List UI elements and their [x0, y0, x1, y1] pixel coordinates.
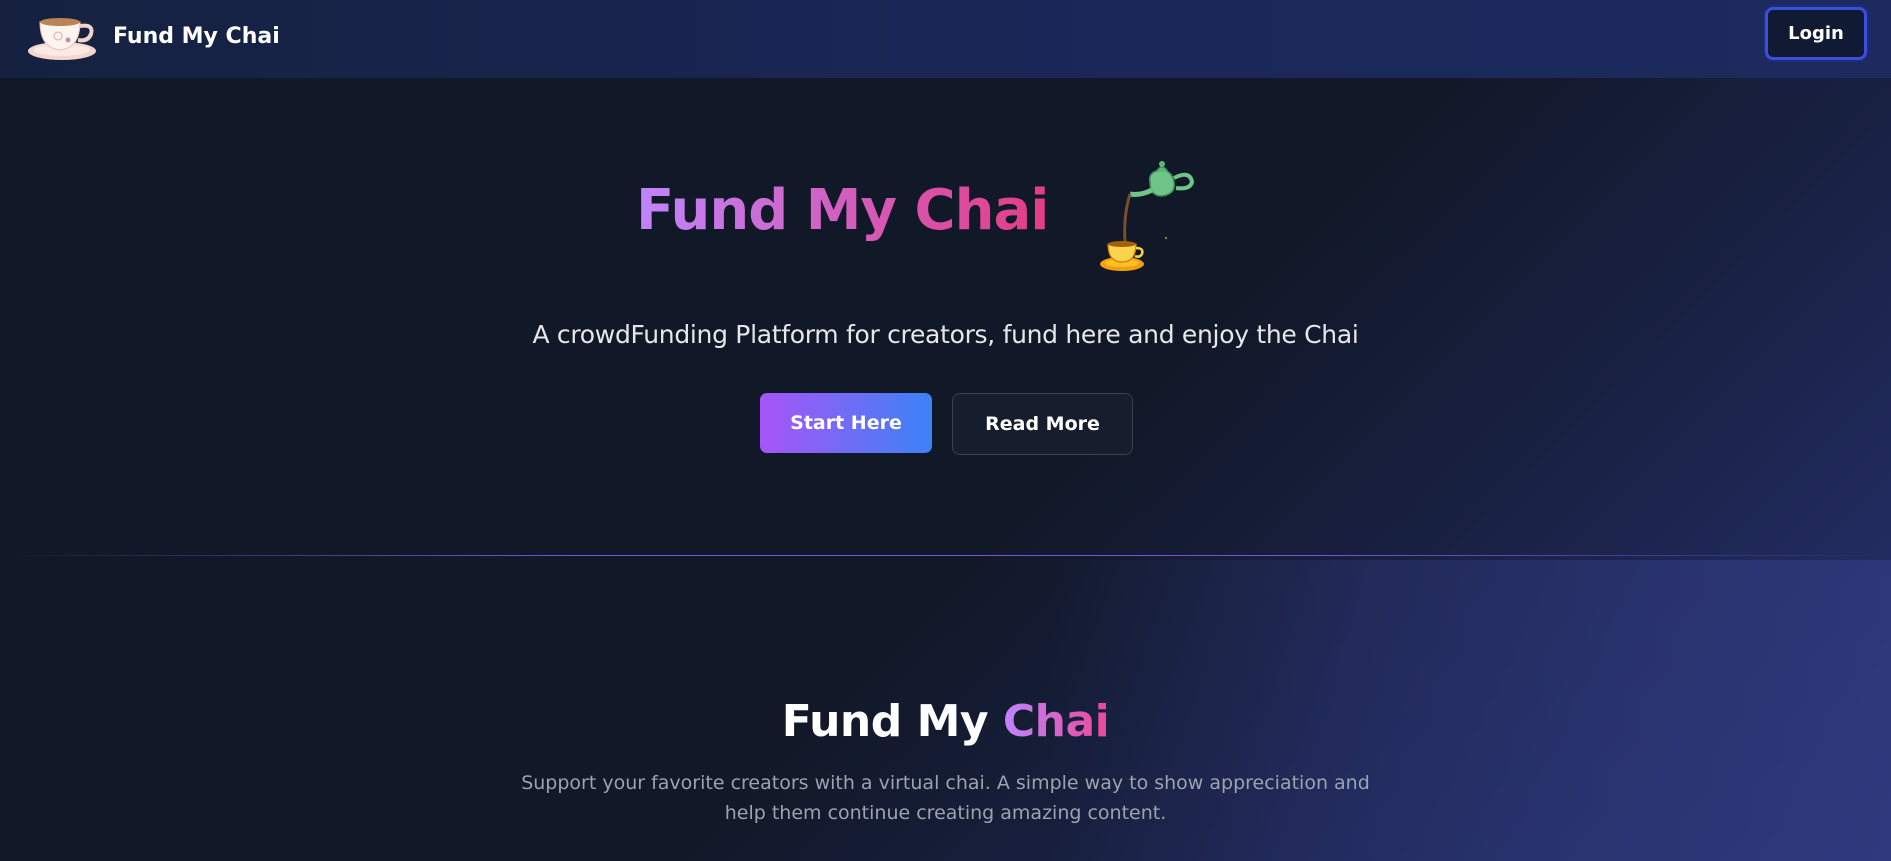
teacup-icon[interactable] [28, 12, 102, 62]
teapot-pouring-icon [1100, 161, 1195, 271]
section-title-accent: Chai [1002, 696, 1110, 747]
start-here-button[interactable]: Start Here [760, 393, 932, 453]
top-navbar: Fund My Chai Login [0, 0, 1891, 78]
read-more-button[interactable]: Read More [952, 393, 1133, 455]
section-divider [0, 555, 1891, 556]
hero-title: Fund My Chai [636, 176, 1049, 246]
section-description: Support your favorite creators with a vi… [521, 772, 1370, 824]
section-title: Fund My Chai [0, 696, 1891, 747]
hero-tagline: A crowdFunding Platform for creators, fu… [532, 320, 1359, 349]
login-button[interactable]: Login [1765, 7, 1867, 60]
section-title-prefix: Fund My [781, 696, 989, 747]
brand-name[interactable]: Fund My Chai [113, 24, 280, 49]
